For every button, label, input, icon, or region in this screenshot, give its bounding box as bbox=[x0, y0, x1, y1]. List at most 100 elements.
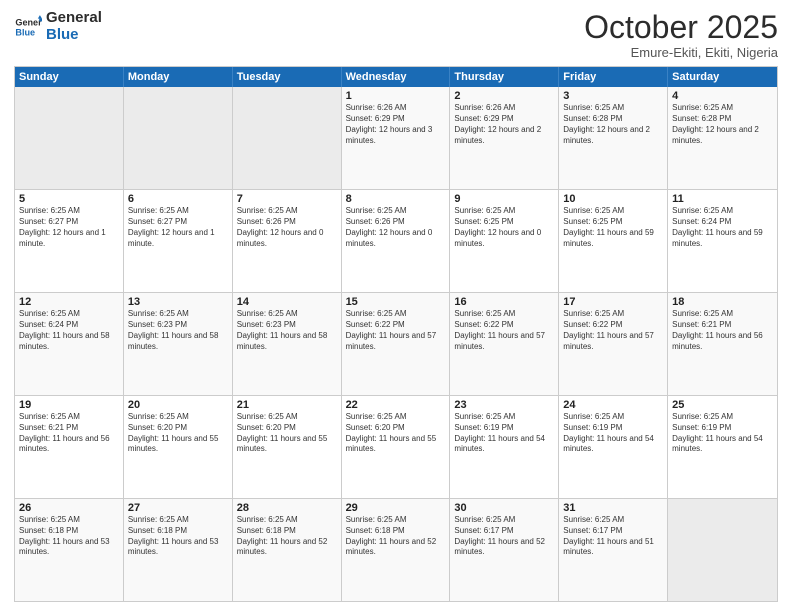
cell-date: 4 bbox=[672, 90, 773, 102]
cell-info: Sunrise: 6:25 AM Sunset: 6:17 PM Dayligh… bbox=[454, 515, 554, 558]
cell-info: Sunrise: 6:25 AM Sunset: 6:22 PM Dayligh… bbox=[454, 309, 554, 352]
cell-info: Sunrise: 6:25 AM Sunset: 6:28 PM Dayligh… bbox=[563, 103, 663, 146]
cell-date: 5 bbox=[19, 193, 119, 205]
cell-date: 23 bbox=[454, 399, 554, 411]
cell-info: Sunrise: 6:25 AM Sunset: 6:22 PM Dayligh… bbox=[346, 309, 446, 352]
cal-cell: 10Sunrise: 6:25 AM Sunset: 6:25 PM Dayli… bbox=[559, 190, 668, 292]
cell-info: Sunrise: 6:25 AM Sunset: 6:24 PM Dayligh… bbox=[19, 309, 119, 352]
cell-date: 29 bbox=[346, 502, 446, 514]
cal-cell: 14Sunrise: 6:25 AM Sunset: 6:23 PM Dayli… bbox=[233, 293, 342, 395]
cal-cell: 31Sunrise: 6:25 AM Sunset: 6:17 PM Dayli… bbox=[559, 499, 668, 601]
cell-info: Sunrise: 6:25 AM Sunset: 6:27 PM Dayligh… bbox=[19, 206, 119, 249]
cell-date: 16 bbox=[454, 296, 554, 308]
cell-date: 7 bbox=[237, 193, 337, 205]
cell-info: Sunrise: 6:25 AM Sunset: 6:20 PM Dayligh… bbox=[128, 412, 228, 455]
cal-week-5: 26Sunrise: 6:25 AM Sunset: 6:18 PM Dayli… bbox=[15, 499, 777, 601]
cell-info: Sunrise: 6:25 AM Sunset: 6:23 PM Dayligh… bbox=[128, 309, 228, 352]
cell-info: Sunrise: 6:25 AM Sunset: 6:24 PM Dayligh… bbox=[672, 206, 773, 249]
cal-cell: 21Sunrise: 6:25 AM Sunset: 6:20 PM Dayli… bbox=[233, 396, 342, 498]
cell-info: Sunrise: 6:25 AM Sunset: 6:18 PM Dayligh… bbox=[346, 515, 446, 558]
cell-info: Sunrise: 6:25 AM Sunset: 6:18 PM Dayligh… bbox=[128, 515, 228, 558]
cal-cell: 25Sunrise: 6:25 AM Sunset: 6:19 PM Dayli… bbox=[668, 396, 777, 498]
cal-cell: 19Sunrise: 6:25 AM Sunset: 6:21 PM Dayli… bbox=[15, 396, 124, 498]
cal-cell: 6Sunrise: 6:25 AM Sunset: 6:27 PM Daylig… bbox=[124, 190, 233, 292]
header-wednesday: Wednesday bbox=[342, 67, 451, 87]
cell-info: Sunrise: 6:25 AM Sunset: 6:18 PM Dayligh… bbox=[237, 515, 337, 558]
cal-cell: 16Sunrise: 6:25 AM Sunset: 6:22 PM Dayli… bbox=[450, 293, 559, 395]
calendar-header: Sunday Monday Tuesday Wednesday Thursday… bbox=[15, 67, 777, 87]
cal-cell bbox=[15, 87, 124, 189]
cal-cell: 13Sunrise: 6:25 AM Sunset: 6:23 PM Dayli… bbox=[124, 293, 233, 395]
cell-info: Sunrise: 6:25 AM Sunset: 6:25 PM Dayligh… bbox=[454, 206, 554, 249]
header-monday: Monday bbox=[124, 67, 233, 87]
cal-cell: 7Sunrise: 6:25 AM Sunset: 6:26 PM Daylig… bbox=[233, 190, 342, 292]
cal-cell: 1Sunrise: 6:26 AM Sunset: 6:29 PM Daylig… bbox=[342, 87, 451, 189]
cell-info: Sunrise: 6:25 AM Sunset: 6:27 PM Dayligh… bbox=[128, 206, 228, 249]
cal-cell: 27Sunrise: 6:25 AM Sunset: 6:18 PM Dayli… bbox=[124, 499, 233, 601]
cal-cell: 20Sunrise: 6:25 AM Sunset: 6:20 PM Dayli… bbox=[124, 396, 233, 498]
page: General Blue General Blue October 2025 E… bbox=[0, 0, 792, 612]
cell-info: Sunrise: 6:25 AM Sunset: 6:28 PM Dayligh… bbox=[672, 103, 773, 146]
svg-text:Blue: Blue bbox=[15, 27, 35, 37]
month-title: October 2025 bbox=[584, 10, 778, 45]
cell-info: Sunrise: 6:26 AM Sunset: 6:29 PM Dayligh… bbox=[346, 103, 446, 146]
cell-info: Sunrise: 6:25 AM Sunset: 6:21 PM Dayligh… bbox=[672, 309, 773, 352]
cal-week-2: 5Sunrise: 6:25 AM Sunset: 6:27 PM Daylig… bbox=[15, 190, 777, 293]
calendar-body: 1Sunrise: 6:26 AM Sunset: 6:29 PM Daylig… bbox=[15, 87, 777, 601]
logo-icon: General Blue bbox=[14, 13, 42, 41]
cal-cell: 23Sunrise: 6:25 AM Sunset: 6:19 PM Dayli… bbox=[450, 396, 559, 498]
cal-cell: 30Sunrise: 6:25 AM Sunset: 6:17 PM Dayli… bbox=[450, 499, 559, 601]
cell-info: Sunrise: 6:25 AM Sunset: 6:18 PM Dayligh… bbox=[19, 515, 119, 558]
cell-info: Sunrise: 6:25 AM Sunset: 6:19 PM Dayligh… bbox=[563, 412, 663, 455]
title-block: October 2025 Emure-Ekiti, Ekiti, Nigeria bbox=[584, 10, 778, 60]
cell-date: 17 bbox=[563, 296, 663, 308]
cell-info: Sunrise: 6:25 AM Sunset: 6:26 PM Dayligh… bbox=[237, 206, 337, 249]
cal-cell: 29Sunrise: 6:25 AM Sunset: 6:18 PM Dayli… bbox=[342, 499, 451, 601]
cell-date: 30 bbox=[454, 502, 554, 514]
logo-blue: Blue bbox=[46, 27, 102, 44]
logo-general: General bbox=[46, 10, 102, 27]
cell-date: 13 bbox=[128, 296, 228, 308]
cell-date: 3 bbox=[563, 90, 663, 102]
cal-cell: 18Sunrise: 6:25 AM Sunset: 6:21 PM Dayli… bbox=[668, 293, 777, 395]
cal-cell: 3Sunrise: 6:25 AM Sunset: 6:28 PM Daylig… bbox=[559, 87, 668, 189]
cell-info: Sunrise: 6:25 AM Sunset: 6:23 PM Dayligh… bbox=[237, 309, 337, 352]
cal-cell: 11Sunrise: 6:25 AM Sunset: 6:24 PM Dayli… bbox=[668, 190, 777, 292]
cal-cell: 17Sunrise: 6:25 AM Sunset: 6:22 PM Dayli… bbox=[559, 293, 668, 395]
header-thursday: Thursday bbox=[450, 67, 559, 87]
cal-cell: 12Sunrise: 6:25 AM Sunset: 6:24 PM Dayli… bbox=[15, 293, 124, 395]
location: Emure-Ekiti, Ekiti, Nigeria bbox=[584, 45, 778, 60]
cell-date: 10 bbox=[563, 193, 663, 205]
cal-cell: 2Sunrise: 6:26 AM Sunset: 6:29 PM Daylig… bbox=[450, 87, 559, 189]
cell-info: Sunrise: 6:25 AM Sunset: 6:22 PM Dayligh… bbox=[563, 309, 663, 352]
cal-cell: 4Sunrise: 6:25 AM Sunset: 6:28 PM Daylig… bbox=[668, 87, 777, 189]
cal-week-4: 19Sunrise: 6:25 AM Sunset: 6:21 PM Dayli… bbox=[15, 396, 777, 499]
cell-date: 26 bbox=[19, 502, 119, 514]
cell-info: Sunrise: 6:25 AM Sunset: 6:19 PM Dayligh… bbox=[454, 412, 554, 455]
cell-date: 8 bbox=[346, 193, 446, 205]
calendar: Sunday Monday Tuesday Wednesday Thursday… bbox=[14, 66, 778, 602]
cell-info: Sunrise: 6:25 AM Sunset: 6:20 PM Dayligh… bbox=[237, 412, 337, 455]
cell-info: Sunrise: 6:25 AM Sunset: 6:25 PM Dayligh… bbox=[563, 206, 663, 249]
cell-info: Sunrise: 6:25 AM Sunset: 6:21 PM Dayligh… bbox=[19, 412, 119, 455]
cell-date: 24 bbox=[563, 399, 663, 411]
cell-date: 21 bbox=[237, 399, 337, 411]
cell-info: Sunrise: 6:25 AM Sunset: 6:19 PM Dayligh… bbox=[672, 412, 773, 455]
cal-cell: 28Sunrise: 6:25 AM Sunset: 6:18 PM Dayli… bbox=[233, 499, 342, 601]
cal-cell: 9Sunrise: 6:25 AM Sunset: 6:25 PM Daylig… bbox=[450, 190, 559, 292]
cell-date: 18 bbox=[672, 296, 773, 308]
svg-text:General: General bbox=[15, 17, 42, 27]
cell-date: 9 bbox=[454, 193, 554, 205]
cell-info: Sunrise: 6:25 AM Sunset: 6:17 PM Dayligh… bbox=[563, 515, 663, 558]
cell-date: 25 bbox=[672, 399, 773, 411]
cell-date: 27 bbox=[128, 502, 228, 514]
cell-date: 15 bbox=[346, 296, 446, 308]
cell-date: 6 bbox=[128, 193, 228, 205]
cell-date: 22 bbox=[346, 399, 446, 411]
logo: General Blue General Blue bbox=[14, 10, 102, 43]
header-friday: Friday bbox=[559, 67, 668, 87]
cal-cell: 15Sunrise: 6:25 AM Sunset: 6:22 PM Dayli… bbox=[342, 293, 451, 395]
cal-cell bbox=[668, 499, 777, 601]
cell-info: Sunrise: 6:25 AM Sunset: 6:20 PM Dayligh… bbox=[346, 412, 446, 455]
cal-week-3: 12Sunrise: 6:25 AM Sunset: 6:24 PM Dayli… bbox=[15, 293, 777, 396]
